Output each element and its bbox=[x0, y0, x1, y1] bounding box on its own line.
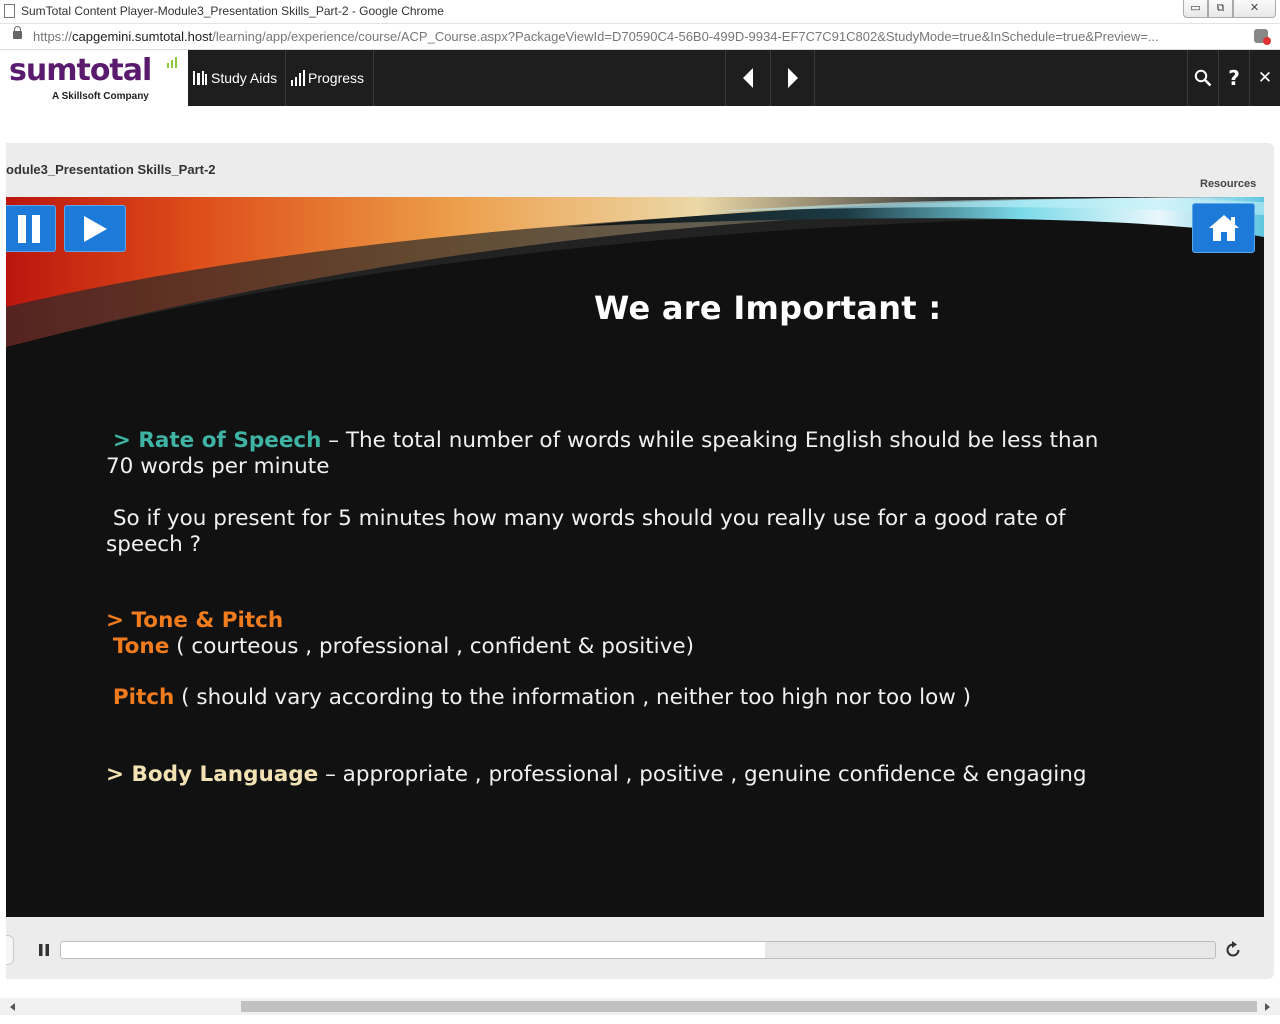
logo-tagline: A Skillsoft Company bbox=[52, 91, 149, 102]
page-icon bbox=[4, 4, 15, 18]
next-button[interactable] bbox=[770, 50, 815, 106]
logo-brand-text: sumtotal bbox=[9, 53, 152, 88]
course-title: odule3_Presentation Skills_Part-2 bbox=[6, 162, 216, 177]
study-aids-label: Study Aids bbox=[211, 70, 278, 86]
progress-button[interactable]: Progress bbox=[286, 50, 374, 106]
extension-blocked-icon[interactable] bbox=[1254, 29, 1271, 45]
lock-icon[interactable] bbox=[13, 26, 22, 39]
rate-question-text: So if you present for 5 minutes how many… bbox=[106, 506, 1066, 557]
window-close-button[interactable]: ✕ bbox=[1233, 0, 1276, 18]
controls-left-edge bbox=[6, 935, 14, 965]
pause-icon bbox=[18, 214, 40, 243]
body-language-heading: > Body Language bbox=[106, 762, 319, 787]
browser-title-bar: SumTotal Content Player-Module3_Presenta… bbox=[0, 0, 1280, 24]
slide-home-button[interactable] bbox=[1192, 203, 1255, 253]
pitch-label: Pitch bbox=[112, 685, 175, 710]
playback-progress-bar[interactable] bbox=[60, 941, 1216, 959]
play-icon bbox=[84, 215, 107, 242]
tone-label: Tone bbox=[112, 634, 170, 659]
slide-pause-button[interactable] bbox=[6, 205, 56, 252]
search-icon bbox=[1194, 69, 1212, 87]
tone-text: ( courteous , professional , confident &… bbox=[169, 634, 694, 659]
previous-arrow-icon bbox=[743, 68, 753, 88]
previous-button[interactable] bbox=[725, 50, 770, 106]
slide: We are Important : > Rate of Speech – Th… bbox=[6, 197, 1264, 917]
rate-of-speech-paragraph: > Rate of Speech – The total number of w… bbox=[106, 428, 1106, 480]
study-aids-icon bbox=[193, 71, 207, 85]
progress-icon bbox=[291, 70, 305, 86]
search-button[interactable] bbox=[1187, 50, 1218, 106]
home-icon bbox=[1208, 215, 1239, 241]
logo-mark-icon bbox=[167, 57, 177, 68]
page-horizontal-scrollbar[interactable] bbox=[0, 998, 1280, 1015]
app-navigation-bar: sumtotal A Skillsoft Company Study Aids … bbox=[0, 50, 1280, 106]
tone-pitch-heading: > Tone & Pitch bbox=[106, 608, 284, 633]
help-icon: ? bbox=[1228, 66, 1240, 90]
url-path: /learning/app/experience/course/ACP_Cour… bbox=[212, 29, 1159, 44]
window-title: SumTotal Content Player-Module3_Presenta… bbox=[21, 4, 444, 18]
pitch-paragraph: Pitch ( should vary according to the inf… bbox=[106, 685, 1106, 711]
slide-play-button[interactable] bbox=[64, 205, 126, 252]
address-bar[interactable]: https://capgemini.sumtotal.host/learning… bbox=[0, 24, 1280, 50]
body-language-text: – appropriate , professional , positive … bbox=[318, 762, 1087, 787]
playback-progress-fill bbox=[61, 942, 765, 958]
slide-header-swoosh bbox=[6, 197, 1264, 347]
progress-label: Progress bbox=[308, 70, 365, 86]
pitch-text: ( should vary according to the informati… bbox=[174, 685, 972, 710]
scroll-left-arrow-icon[interactable] bbox=[10, 1003, 15, 1011]
url-host: capgemini.sumtotal.host bbox=[72, 29, 213, 44]
player-controls bbox=[6, 933, 1270, 967]
resources-link[interactable]: Resources bbox=[1200, 178, 1256, 190]
playback-pause-icon[interactable] bbox=[36, 942, 52, 958]
tone-pitch-heading-line: > Tone & Pitch bbox=[106, 608, 1106, 634]
scrollbar-thumb[interactable] bbox=[241, 1001, 1257, 1012]
close-player-button[interactable]: ✕ bbox=[1249, 50, 1280, 106]
rate-question-paragraph: So if you present for 5 minutes how many… bbox=[106, 506, 1106, 558]
url-scheme: https:// bbox=[33, 29, 73, 44]
tone-paragraph: Tone ( courteous , professional , confid… bbox=[106, 634, 1106, 660]
close-icon: ✕ bbox=[1257, 68, 1273, 88]
scroll-right-arrow-icon[interactable] bbox=[1265, 1003, 1270, 1011]
study-aids-button[interactable]: Study Aids bbox=[188, 50, 286, 106]
body-language-paragraph: > Body Language – appropriate , professi… bbox=[106, 762, 1106, 788]
restore-button[interactable]: ⧉ bbox=[1208, 0, 1233, 18]
help-button[interactable]: ? bbox=[1218, 50, 1249, 106]
rate-of-speech-heading: > Rate of Speech bbox=[112, 428, 322, 453]
sumtotal-logo[interactable]: sumtotal A Skillsoft Company bbox=[0, 50, 188, 106]
replay-icon[interactable] bbox=[1223, 940, 1243, 960]
slide-title: We are Important : bbox=[594, 289, 942, 327]
url-field[interactable]: https://capgemini.sumtotal.host/learning… bbox=[33, 29, 1243, 44]
next-arrow-icon bbox=[787, 68, 798, 88]
minimize-button[interactable]: ▭ bbox=[1183, 0, 1208, 18]
